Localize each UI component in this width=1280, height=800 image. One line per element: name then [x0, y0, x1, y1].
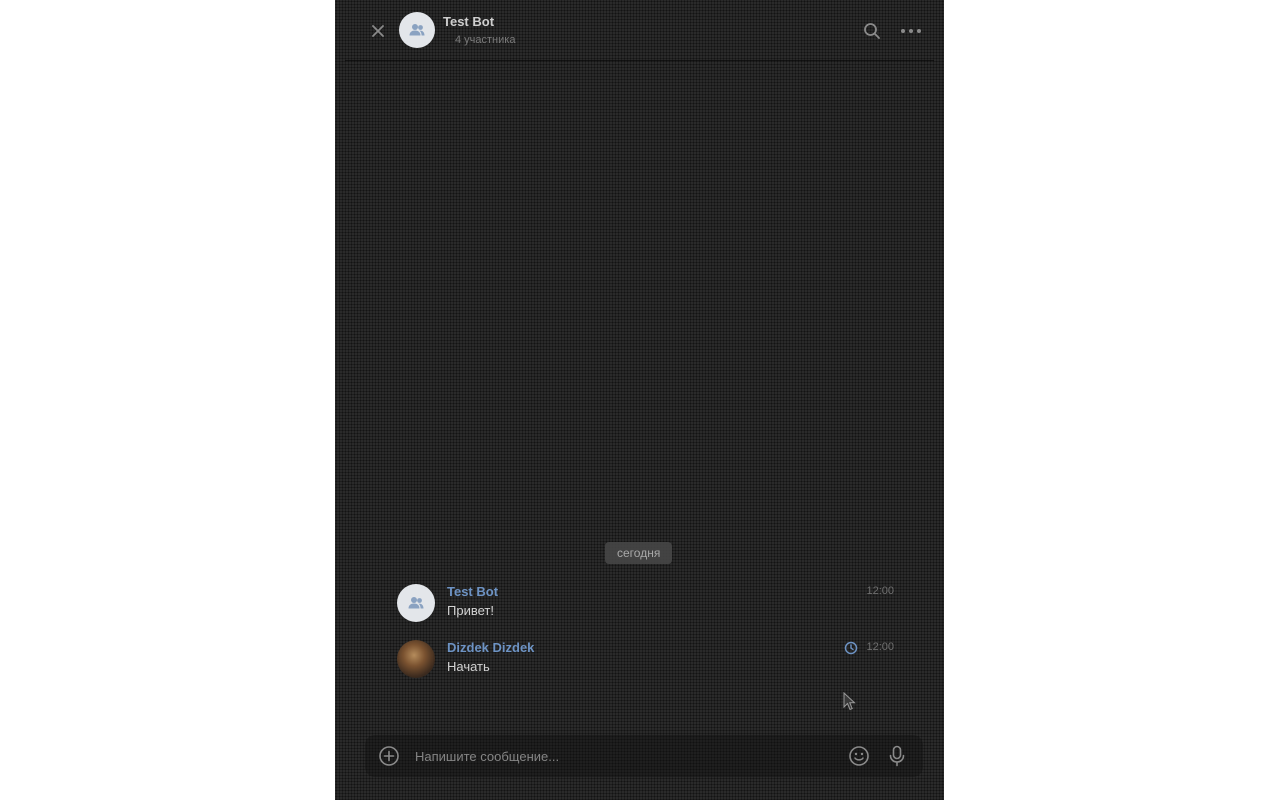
message-item[interactable]: Dizdek Dizdek Начать 12:00 — [397, 640, 894, 684]
mouse-cursor-icon — [843, 692, 856, 711]
attach-button[interactable] — [377, 744, 401, 768]
clock-icon — [844, 641, 858, 655]
message-avatar[interactable] — [397, 584, 435, 622]
more-button[interactable] — [896, 19, 926, 43]
message-time: 12:00 — [866, 585, 894, 597]
microphone-icon — [889, 745, 905, 767]
chat-avatar[interactable] — [399, 12, 435, 48]
user-photo — [397, 640, 435, 678]
group-icon — [408, 597, 424, 609]
smile-icon — [849, 746, 869, 766]
group-icon — [409, 24, 425, 36]
message-text: Привет! — [447, 603, 494, 618]
search-icon — [864, 23, 880, 39]
message-composer — [365, 735, 923, 777]
message-input[interactable] — [415, 742, 835, 770]
more-icon — [901, 29, 921, 33]
message-text: Начать — [447, 659, 490, 674]
plus-circle-icon — [379, 746, 399, 766]
chat-header: Test Bot 4 участника — [345, 0, 934, 61]
chat-window: Test Bot 4 участника сегодня Test Bot Пр… — [335, 0, 944, 800]
emoji-button[interactable] — [847, 744, 871, 768]
message-author[interactable]: Test Bot — [447, 584, 498, 599]
search-button[interactable] — [860, 19, 884, 43]
close-icon — [372, 25, 384, 37]
chat-subtitle[interactable]: 4 участника — [455, 34, 515, 46]
date-separator: сегодня — [605, 542, 673, 564]
message-item[interactable]: Test Bot Привет! 12:00 — [397, 584, 894, 628]
message-time: 12:00 — [866, 641, 894, 653]
chat-title[interactable]: Test Bot — [443, 14, 494, 29]
voice-button[interactable] — [885, 744, 909, 768]
message-author[interactable]: Dizdek Dizdek — [447, 640, 534, 655]
message-avatar[interactable] — [397, 640, 435, 678]
close-button[interactable] — [367, 20, 389, 42]
